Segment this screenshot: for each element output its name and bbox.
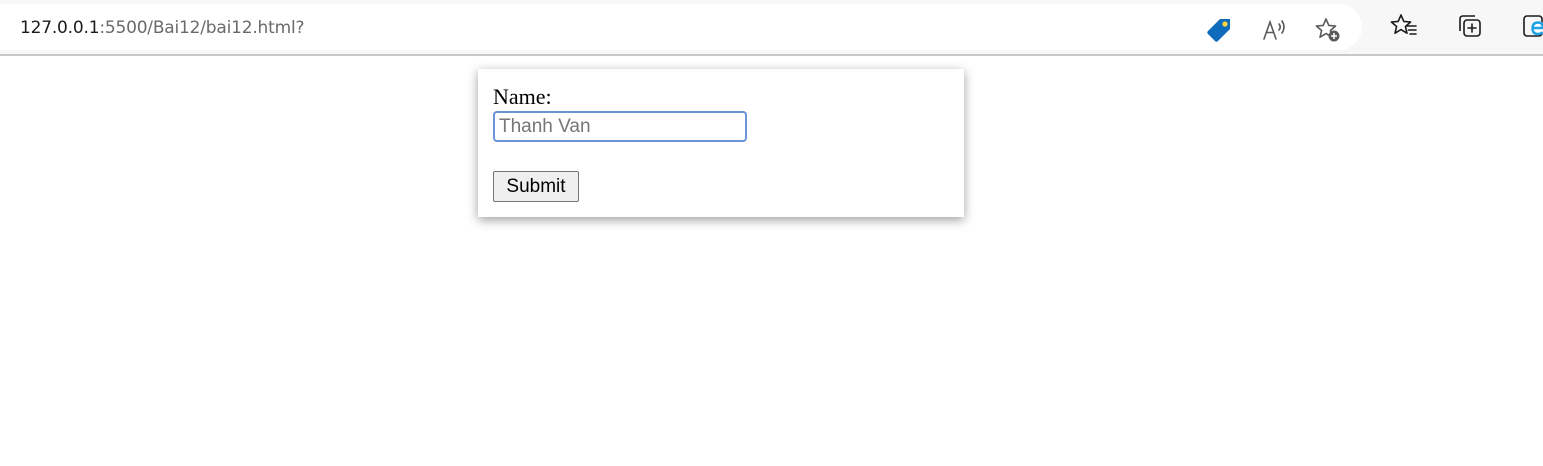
name-form: Name: Submit [478, 69, 964, 217]
price-tag-icon[interactable] [1203, 14, 1235, 46]
browser-toolbar: 127.0.0.1:5500/Bai12/bai12.html? [0, 0, 1543, 56]
read-aloud-icon[interactable] [1258, 14, 1290, 46]
address-bar[interactable]: 127.0.0.1:5500/Bai12/bai12.html? [0, 4, 1362, 50]
internet-explorer-icon[interactable] [1518, 10, 1543, 42]
name-input[interactable] [493, 111, 747, 142]
url-text[interactable]: 127.0.0.1:5500/Bai12/bai12.html? [20, 18, 305, 38]
collections-icon[interactable] [1454, 10, 1486, 42]
url-path: :5500/Bai12/bai12.html? [99, 18, 305, 38]
name-label: Name: [493, 84, 552, 109]
submit-button[interactable]: Submit [493, 171, 579, 202]
add-favorite-icon[interactable] [1312, 14, 1344, 46]
url-host: 127.0.0.1 [20, 18, 100, 38]
favorites-icon[interactable] [1388, 10, 1420, 42]
